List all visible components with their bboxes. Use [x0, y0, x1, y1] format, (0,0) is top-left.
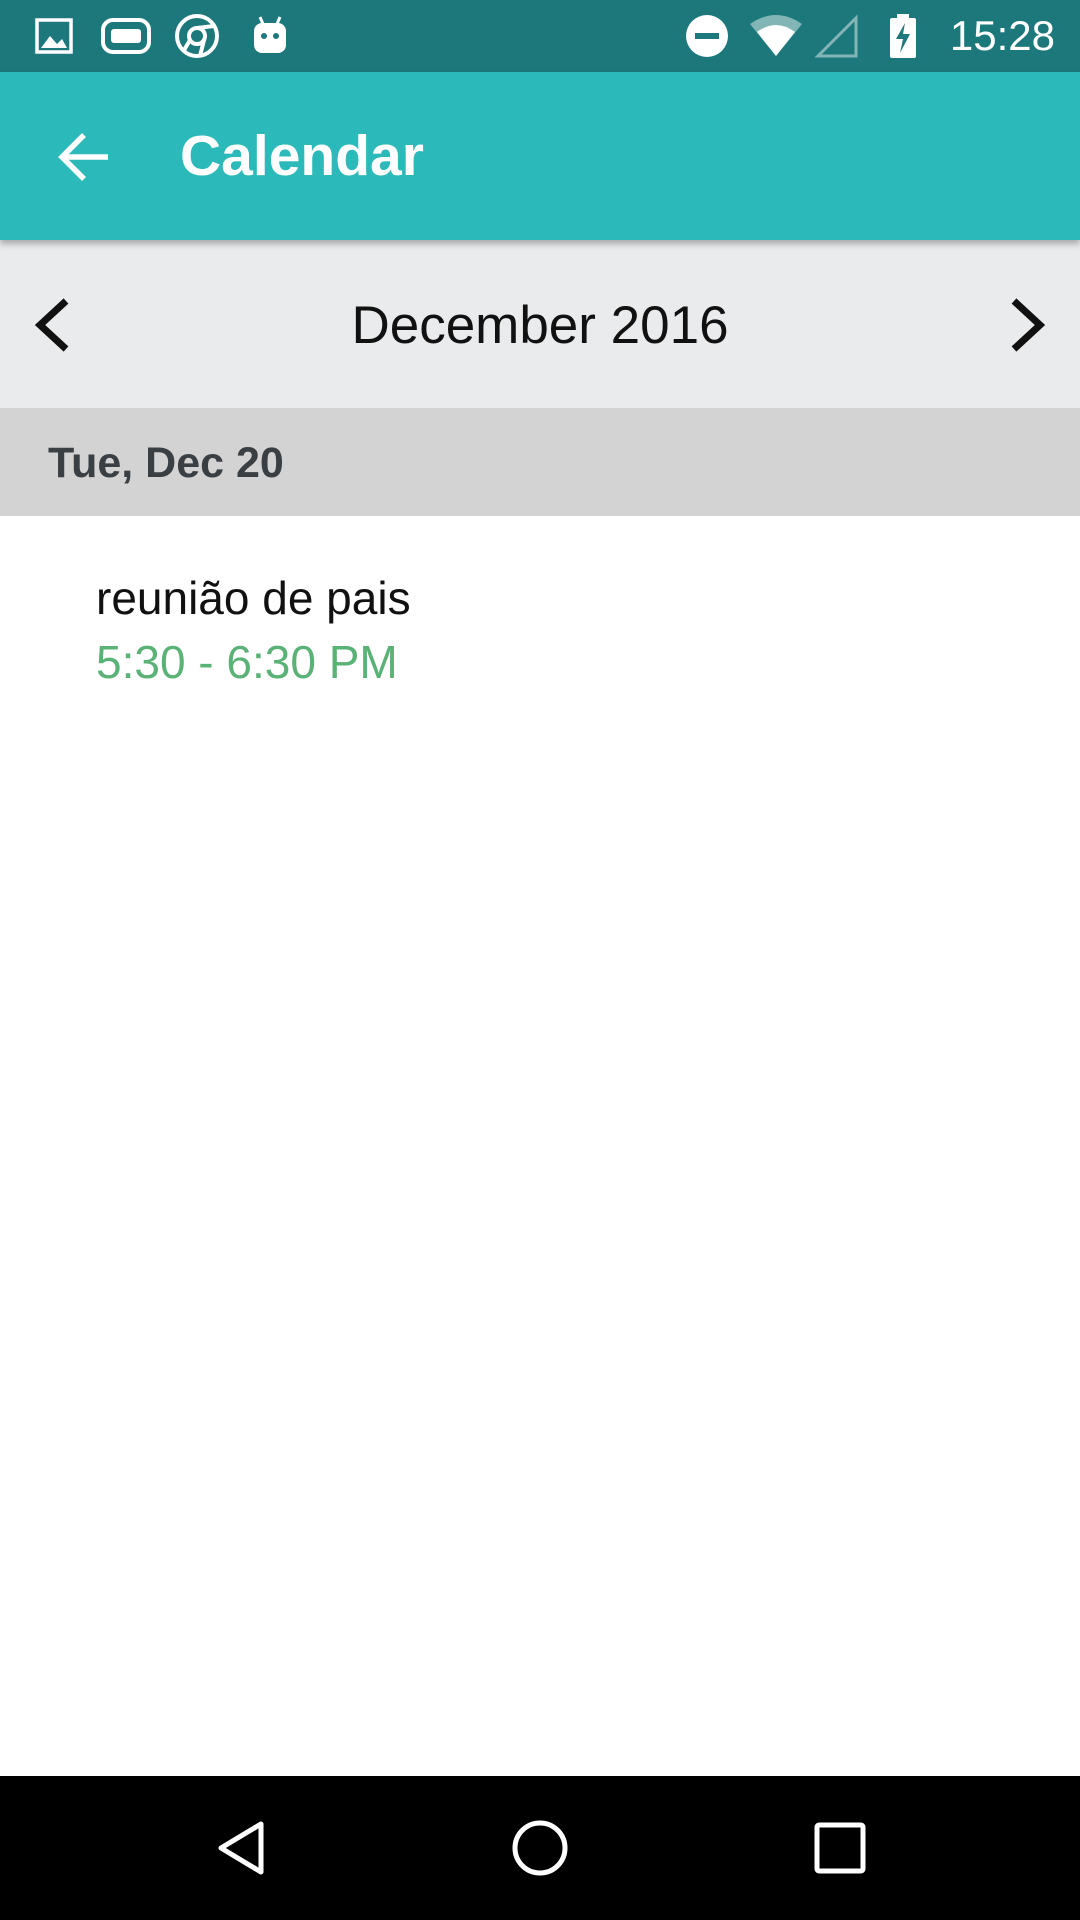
chrome-icon	[175, 14, 219, 58]
status-time: 15:28	[949, 12, 1055, 59]
home-circle-icon[interactable]	[510, 1818, 570, 1878]
event-title: reunião de pais	[96, 572, 411, 624]
signal-icon	[814, 14, 858, 58]
android-icon	[254, 16, 286, 53]
status-bar: 15:28	[0, 0, 1080, 72]
day-label: Tue, Dec 20	[48, 439, 284, 487]
gamepad-icon	[101, 18, 151, 54]
app-bar: Calendar	[0, 72, 1080, 240]
back-triangle-icon[interactable]	[211, 1818, 271, 1878]
month-navigator: December 2016	[0, 240, 1080, 408]
battery-charging-icon	[890, 14, 916, 58]
chevron-right-icon[interactable]	[1000, 295, 1050, 355]
day-header: Tue, Dec 20	[0, 408, 1080, 516]
wifi-icon	[750, 15, 802, 56]
do-not-disturb-icon	[686, 15, 728, 57]
event-item[interactable]: reunião de pais 5:30 - 6:30 PM	[0, 516, 1080, 716]
arrow-left-icon[interactable]	[56, 127, 116, 187]
page-title: Calendar	[180, 124, 424, 188]
month-label: December 2016	[351, 296, 729, 355]
recents-square-icon[interactable]	[810, 1818, 870, 1878]
gallery-icon	[35, 18, 73, 54]
system-nav-bar	[0, 1776, 1080, 1920]
event-time: 5:30 - 6:30 PM	[96, 636, 398, 688]
